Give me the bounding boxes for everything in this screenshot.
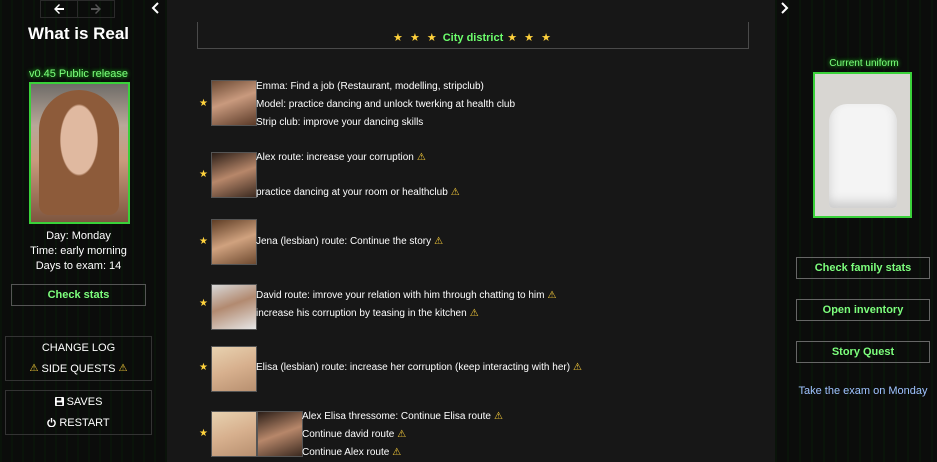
- side-quests-button[interactable]: ⚠ SIDE QUESTS ⚠: [6, 358, 151, 379]
- quest-line: Alex route: increase your corruption ⚠: [256, 152, 426, 163]
- uniform-image: [813, 72, 912, 218]
- quest-line: Continue david route ⚠: [302, 429, 406, 440]
- chevron-left-icon: [151, 2, 159, 14]
- quest-line-text: increase his corruption by teasing in th…: [256, 308, 467, 319]
- elisa-thumbnail: [211, 346, 257, 392]
- district-title: City district: [442, 32, 504, 44]
- left-sidebar: What is Real v0.45 Public release Day: M…: [0, 0, 167, 462]
- forward-button[interactable]: [77, 0, 115, 18]
- tshirt-shape: [829, 104, 897, 208]
- star-icon: ★: [199, 428, 208, 439]
- quest-line-text: Continue Alex route: [302, 447, 390, 458]
- save-restart-box: SAVES RESTART: [5, 390, 152, 435]
- exam-note: Take the exam on Monday: [798, 385, 928, 397]
- days-to-exam-label: Days to exam: 14: [35, 260, 122, 272]
- emma-thumbnail: [211, 80, 257, 126]
- side-quests-label: SIDE QUESTS: [41, 362, 116, 375]
- quest-line: Jena (lesbian) route: Continue the story…: [256, 236, 443, 247]
- quest-line-text: practice dancing at your room or healthc…: [256, 187, 448, 198]
- player-portrait: [29, 82, 130, 224]
- star-icon-group: ★ ★ ★: [393, 32, 439, 44]
- jena-thumbnail: [211, 219, 257, 265]
- collapse-right-button[interactable]: [775, 0, 793, 16]
- quest-line: Continue Alex route ⚠: [302, 447, 401, 458]
- right-sidebar: Current uniform Check family stats Open …: [775, 0, 937, 462]
- arrow-left-icon: [54, 4, 64, 14]
- david-thumbnail: [211, 284, 257, 330]
- warning-icon: ⚠: [547, 290, 557, 301]
- star-icon: ★: [199, 169, 208, 180]
- quest-line: practice dancing at your room or healthc…: [256, 187, 460, 198]
- check-stats-button[interactable]: Check stats: [11, 284, 146, 306]
- time-label: Time: early morning: [30, 245, 127, 257]
- restart-label: RESTART: [59, 416, 110, 429]
- quest-line-text: David route: imrove your relation with h…: [256, 290, 545, 301]
- version-label: v0.45 Public release: [28, 68, 129, 80]
- star-icon-group: ★ ★ ★: [507, 32, 553, 44]
- warning-icon: ⚠: [469, 308, 479, 319]
- nav-arrows: [0, 0, 167, 18]
- quest-line-text: Alex Elisa thressome: Continue Elisa rou…: [302, 411, 491, 422]
- warning-icon: ⚠: [392, 447, 402, 458]
- warning-icon: ⚠: [29, 363, 39, 374]
- warning-icon: ⚠: [397, 429, 407, 440]
- restart-button[interactable]: RESTART: [6, 412, 151, 433]
- warning-icon: ⚠: [118, 363, 128, 374]
- change-log-button[interactable]: CHANGE LOG: [6, 337, 151, 358]
- quest-line-text: Alex route: increase your corruption: [256, 152, 414, 163]
- district-header: ★ ★ ★ City district ★ ★ ★: [197, 22, 749, 49]
- warning-icon: ⚠: [434, 236, 444, 247]
- check-family-stats-button[interactable]: Check family stats: [796, 257, 930, 279]
- main-panel: ★ ★ ★ City district ★ ★ ★ ★ Emma: Find a…: [167, 0, 775, 462]
- floppy-disk-icon: [54, 397, 64, 406]
- game-title: What is Real: [27, 24, 130, 43]
- warning-icon: ⚠: [493, 411, 503, 422]
- quest-line-text: Jena (lesbian) route: Continue the story: [256, 236, 432, 247]
- quest-line: Emma: Find a job (Restaurant, modelling,…: [256, 81, 484, 92]
- alex-thumbnail: [211, 152, 257, 198]
- quest-line: Elisa (lesbian) route: increase her corr…: [256, 362, 582, 373]
- day-label: Day: Monday: [46, 230, 111, 242]
- star-icon: ★: [199, 362, 208, 373]
- quest-line: David route: imrove your relation with h…: [256, 290, 556, 301]
- arrow-right-icon: [91, 4, 101, 14]
- back-button[interactable]: [40, 0, 78, 18]
- quest-line: Strip club: improve your dancing skills: [256, 117, 424, 128]
- quest-line-text: Elisa (lesbian) route: increase her corr…: [256, 362, 571, 373]
- story-quest-button[interactable]: Story Quest: [796, 341, 930, 363]
- warning-icon: ⚠: [450, 187, 460, 198]
- uniform-label: Current uniform: [829, 58, 899, 69]
- change-log-label: CHANGE LOG: [41, 341, 116, 354]
- quest-line-text: Continue david route: [302, 429, 395, 440]
- chevron-right-icon: [781, 2, 789, 14]
- open-inventory-button[interactable]: Open inventory: [796, 299, 930, 321]
- star-icon: ★: [199, 236, 208, 247]
- quest-line: increase his corruption by teasing in th…: [256, 308, 479, 319]
- alex-thumbnail: [257, 411, 303, 457]
- quest-line: Alex Elisa thressome: Continue Elisa rou…: [302, 411, 503, 422]
- collapse-left-button[interactable]: [148, 0, 164, 16]
- warning-icon: ⚠: [573, 362, 583, 373]
- quest-line: Model: practice dancing and unlock twerk…: [256, 99, 516, 110]
- star-icon: ★: [199, 98, 208, 109]
- saves-label: SAVES: [66, 395, 103, 408]
- portrait-face: [39, 90, 119, 215]
- star-icon: ★: [199, 298, 208, 309]
- saves-button[interactable]: SAVES: [6, 391, 151, 412]
- log-quest-box: CHANGE LOG ⚠ SIDE QUESTS ⚠: [5, 336, 152, 381]
- warning-icon: ⚠: [416, 152, 426, 163]
- power-icon: [47, 418, 57, 427]
- elisa-thumbnail: [211, 411, 257, 457]
